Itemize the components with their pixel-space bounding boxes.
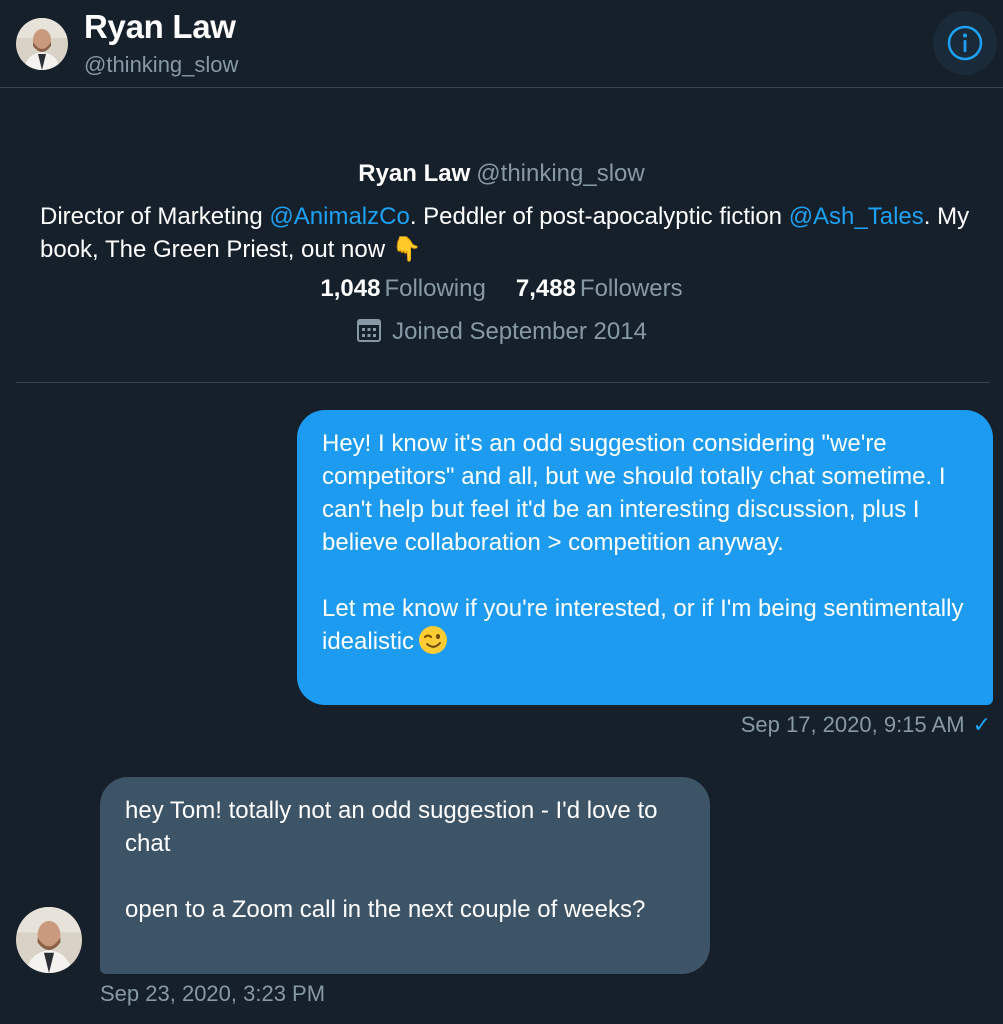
profile-handle[interactable]: @thinking_slow [476,160,644,187]
joined-text: Joined September 2014 [392,318,647,345]
message-paragraph: hey Tom! totally not an odd suggestion -… [125,797,658,857]
message-bubble-outgoing[interactable]: Hey! I know it's an odd suggestion consi… [297,410,993,705]
timestamp-text: Sep 17, 2020, 9:15 AM [740,712,965,737]
info-circle-icon [947,25,983,61]
message-timestamp: Sep 17, 2020, 9:15 AM ✓ [741,712,991,738]
header-handle: @thinking_slow [84,52,239,77]
joined-date: Joined September 2014 [0,317,1003,350]
followers-count: 7,488 [515,275,576,302]
info-button[interactable] [933,11,997,75]
winking-face-emoji [418,625,448,664]
following-count: 1,048 [320,275,381,302]
bio-text: Director of Marketing [40,203,270,230]
message-timestamp: Sep 23, 2020, 3:23 PM [100,981,326,1006]
pointing-down-emoji: 👇 [391,236,422,263]
following-stat[interactable]: 1,048 Following [320,275,485,302]
following-label: Following [384,275,486,302]
calendar-icon [356,317,382,350]
followers-label: Followers [579,275,683,302]
message-paragraph: Hey! I know it's an odd suggestion consi… [322,430,946,556]
message-paragraph: Let me know if you're interested, or if … [322,592,969,664]
bio-text: . Peddler of post-apocalyptic fiction [409,203,789,230]
mention-link[interactable]: @Ash_Tales [789,203,924,230]
dm-conversation: Ryan Law @thinking_slow Ryan Law @thinkin… [0,0,1003,1024]
divider [16,382,990,383]
checkmark-icon: ✓ [972,712,991,737]
profile-summary-name: Ryan Law @thinking_slow [0,160,1003,188]
avatar[interactable] [16,907,82,973]
message-bubble-incoming[interactable]: hey Tom! totally not an odd suggestion -… [100,777,710,974]
followers-stat[interactable]: 7,488 Followers [516,275,683,302]
header-name: Ryan Law [84,8,236,45]
mention-link[interactable]: @AnimalzCo [269,203,409,230]
message-paragraph: open to a Zoom call in the next couple o… [125,896,646,923]
profile-stats: 1,048 Following 7,488 Followers [0,275,1003,303]
conversation-header: Ryan Law @thinking_slow [0,0,1003,88]
avatar[interactable] [16,18,68,70]
profile-name[interactable]: Ryan Law [358,160,470,187]
profile-bio: Director of Marketing @AnimalzCo. Peddle… [40,200,970,266]
